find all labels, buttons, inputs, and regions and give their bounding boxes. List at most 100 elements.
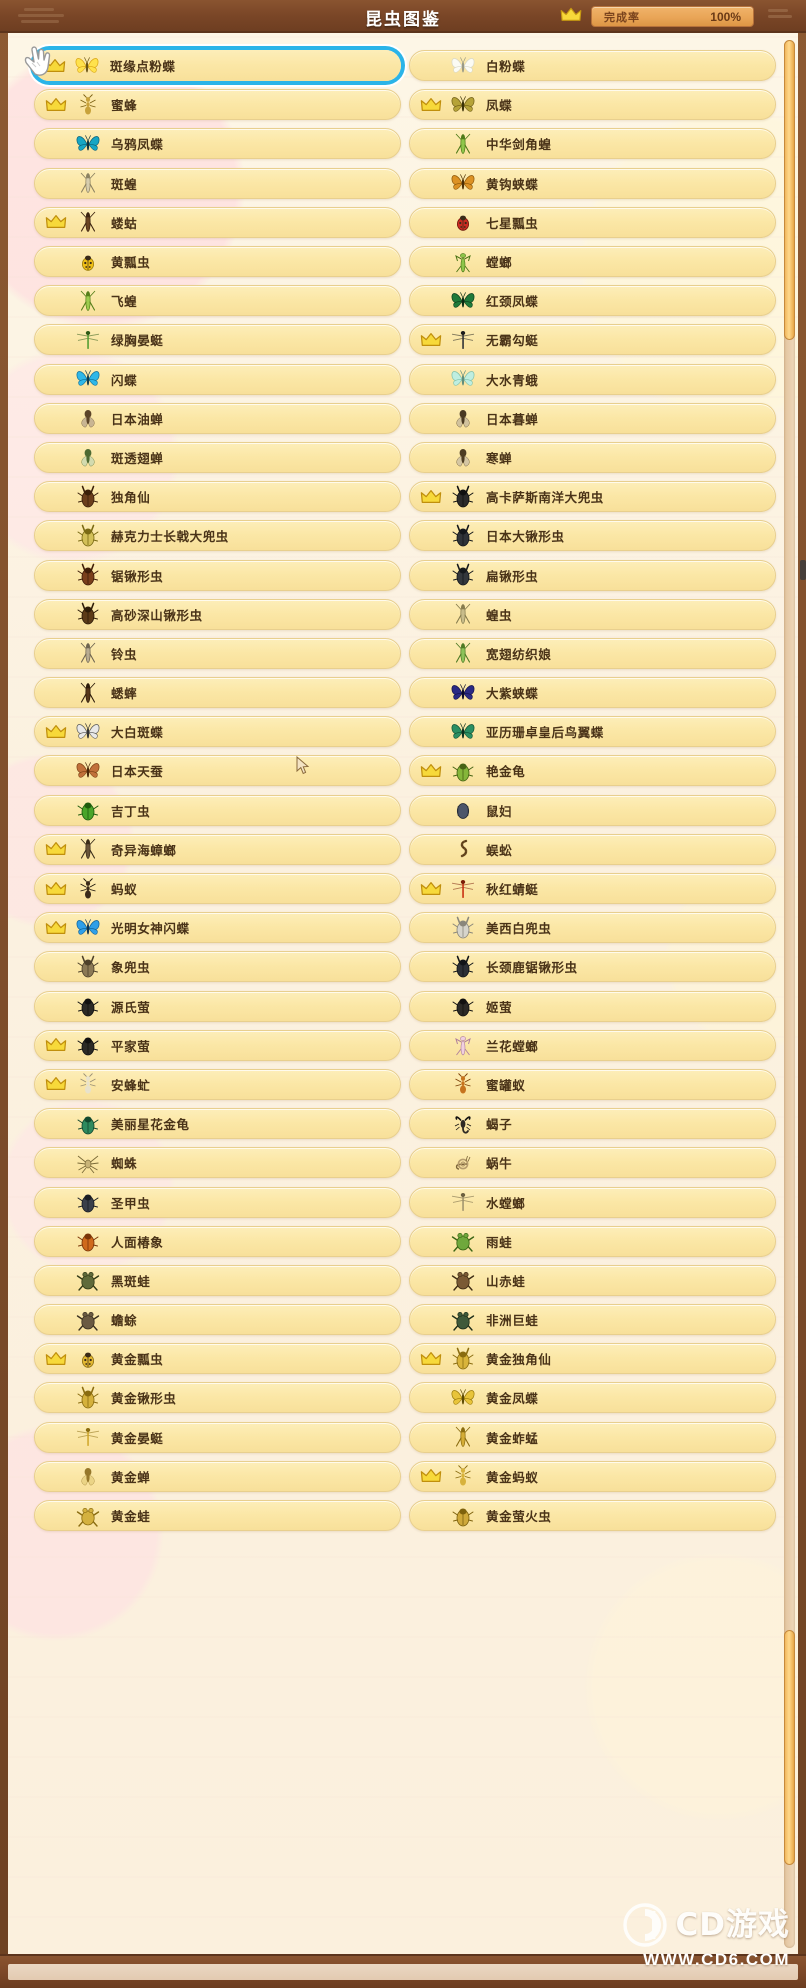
- insect-entry[interactable]: 无霸勾蜓: [409, 324, 776, 356]
- vertical-scrollbar-thumb-upper[interactable]: [784, 40, 795, 340]
- crown-slot-empty: [416, 1152, 446, 1174]
- insect-entry[interactable]: 鼠妇: [409, 794, 776, 826]
- insect-entry[interactable]: 艳金龟: [409, 755, 776, 787]
- list-cell: 鼠妇: [409, 791, 776, 830]
- insect-entry[interactable]: 光明女神闪蝶: [34, 912, 401, 944]
- insect-entry[interactable]: 黄金独角仙: [409, 1343, 776, 1375]
- list-cell: 日本大锹形虫: [409, 516, 776, 555]
- insect-entry[interactable]: 美西白兜虫: [409, 912, 776, 944]
- crown-icon: [40, 55, 70, 77]
- insect-entry[interactable]: 锯锹形虫: [34, 559, 401, 591]
- insect-entry[interactable]: 奇异海蟑螂: [34, 833, 401, 865]
- insect-entry[interactable]: 象兜虫: [34, 951, 401, 983]
- insect-entry[interactable]: 日本大锹形虫: [409, 520, 776, 552]
- insect-entry[interactable]: 蜗牛: [409, 1147, 776, 1179]
- insect-entry[interactable]: 赫克力士长戟大兜虫: [34, 520, 401, 552]
- insect-entry[interactable]: 黄金晏蜓: [34, 1421, 401, 1453]
- list-cell: 寒蝉: [409, 438, 776, 477]
- insect-entry[interactable]: 日本油蝉: [34, 402, 401, 434]
- insect-entry[interactable]: 独角仙: [34, 481, 401, 513]
- insect-entry[interactable]: 黄金蛙: [34, 1500, 401, 1532]
- insect-entry[interactable]: 螳螂: [409, 246, 776, 278]
- insect-entry[interactable]: 中华剑角蝗: [409, 128, 776, 160]
- insect-entry[interactable]: 大白斑蝶: [34, 716, 401, 748]
- insect-entry[interactable]: 非洲巨蛙: [409, 1304, 776, 1336]
- insect-entry[interactable]: 吉丁虫: [34, 794, 401, 826]
- list-cell: 兰花螳螂: [409, 1026, 776, 1065]
- emperor-butterfly-icon: [446, 680, 480, 706]
- insect-entry[interactable]: 长颈鹿锯锹形虫: [409, 951, 776, 983]
- insect-entry[interactable]: 圣甲虫: [34, 1186, 401, 1218]
- ladybug-red-icon: [446, 209, 480, 235]
- list-cell: 黄金蚱蜢: [409, 1418, 776, 1457]
- completion-rate-badge: 完成率 100%: [591, 6, 754, 27]
- insect-entry[interactable]: 黄金蚂蚁: [409, 1460, 776, 1492]
- insect-entry[interactable]: 黄金瓢虫: [34, 1343, 401, 1375]
- insect-entry[interactable]: 大紫蛱蝶: [409, 677, 776, 709]
- insect-entry[interactable]: 红颈凤蝶: [409, 285, 776, 317]
- insect-entry[interactable]: 黄金锹形虫: [34, 1382, 401, 1414]
- insect-entry[interactable]: 日本暮蝉: [409, 402, 776, 434]
- insect-entry[interactable]: 日本天蚕: [34, 755, 401, 787]
- insect-entry[interactable]: 扁锹形虫: [409, 559, 776, 591]
- insect-entry[interactable]: 美丽星花金龟: [34, 1108, 401, 1140]
- insect-entry[interactable]: 蟾蜍: [34, 1304, 401, 1336]
- insect-entry-selected[interactable]: 斑缘点粉蝶: [34, 50, 401, 82]
- insect-entry[interactable]: 黄金蝉: [34, 1460, 401, 1492]
- insect-entry[interactable]: 蜜罐蚁: [409, 1068, 776, 1100]
- insect-entry[interactable]: 高卡萨斯南洋大兜虫: [409, 481, 776, 513]
- insect-entry[interactable]: 蟋蟀: [34, 677, 401, 709]
- insect-name-label: 平家萤: [111, 1038, 151, 1054]
- list-cell: 奇异海蟑螂: [34, 830, 401, 869]
- insect-entry[interactable]: 大水青蛾: [409, 363, 776, 395]
- insect-entry[interactable]: 安蜂虻: [34, 1068, 401, 1100]
- bottom-bar: [0, 1954, 806, 1988]
- insect-entry[interactable]: 雨蛙: [409, 1225, 776, 1257]
- insect-entry[interactable]: 黄金蚱蜢: [409, 1421, 776, 1453]
- insect-entry[interactable]: 蝎子: [409, 1108, 776, 1140]
- insect-entry[interactable]: 平家萤: [34, 1029, 401, 1061]
- insect-name-label: 斑透翅蝉: [111, 450, 164, 466]
- insect-entry[interactable]: 亚历珊卓皇后鸟翼蝶: [409, 716, 776, 748]
- insect-entry[interactable]: 黄金凤蝶: [409, 1382, 776, 1414]
- insect-name-label: 非洲巨蛙: [486, 1313, 539, 1329]
- insect-entry[interactable]: 蚂蚁: [34, 873, 401, 905]
- insect-entry[interactable]: 蝼蛄: [34, 206, 401, 238]
- insect-entry[interactable]: 源氏萤: [34, 990, 401, 1022]
- insect-entry[interactable]: 黄金萤火虫: [409, 1500, 776, 1532]
- mole-cricket-icon: [71, 209, 105, 235]
- insect-entry[interactable]: 秋红蜻蜓: [409, 873, 776, 905]
- insect-entry[interactable]: 乌鸦凤蝶: [34, 128, 401, 160]
- insect-entry[interactable]: 蜈蚣: [409, 833, 776, 865]
- insect-entry[interactable]: 凤蝶: [409, 89, 776, 121]
- insect-entry[interactable]: 铃虫: [34, 637, 401, 669]
- list-cell: 蟋蟀: [34, 673, 401, 712]
- insect-entry[interactable]: 飞蝗: [34, 285, 401, 317]
- insect-entry[interactable]: 七星瓢虫: [409, 206, 776, 238]
- insect-entry[interactable]: 黄钩蛱蝶: [409, 167, 776, 199]
- vertical-scrollbar-thumb-lower[interactable]: [784, 1630, 795, 1865]
- insect-entry[interactable]: 绿胸晏蜓: [34, 324, 401, 356]
- insect-entry[interactable]: 兰花螳螂: [409, 1029, 776, 1061]
- insect-entry[interactable]: 高砂深山锹形虫: [34, 598, 401, 630]
- insect-entry[interactable]: 黄瓢虫: [34, 246, 401, 278]
- insect-entry[interactable]: 蝗虫: [409, 598, 776, 630]
- insect-entry[interactable]: 宽翅纺织娘: [409, 637, 776, 669]
- insect-entry[interactable]: 人面椿象: [34, 1225, 401, 1257]
- insect-entry[interactable]: 姬萤: [409, 990, 776, 1022]
- insect-entry[interactable]: 斑透翅蝉: [34, 441, 401, 473]
- insect-entry[interactable]: 山赤蛙: [409, 1264, 776, 1296]
- vertical-scrollbar-track[interactable]: [784, 40, 795, 1948]
- insect-entry[interactable]: 寒蝉: [409, 441, 776, 473]
- insect-entry[interactable]: 黑斑蛙: [34, 1264, 401, 1296]
- insect-entry[interactable]: 蜘蛛: [34, 1147, 401, 1179]
- crown-icon: [416, 486, 446, 508]
- list-cell: 斑透翅蝉: [34, 438, 401, 477]
- insect-entry[interactable]: 闪蝶: [34, 363, 401, 395]
- crown-slot-empty: [416, 1426, 446, 1448]
- insect-entry[interactable]: 白粉蝶: [409, 50, 776, 82]
- insect-entry[interactable]: 蜜蜂: [34, 89, 401, 121]
- insect-entry[interactable]: 水螳螂: [409, 1186, 776, 1218]
- insect-entry[interactable]: 斑蝗: [34, 167, 401, 199]
- crown-icon: [416, 1348, 446, 1370]
